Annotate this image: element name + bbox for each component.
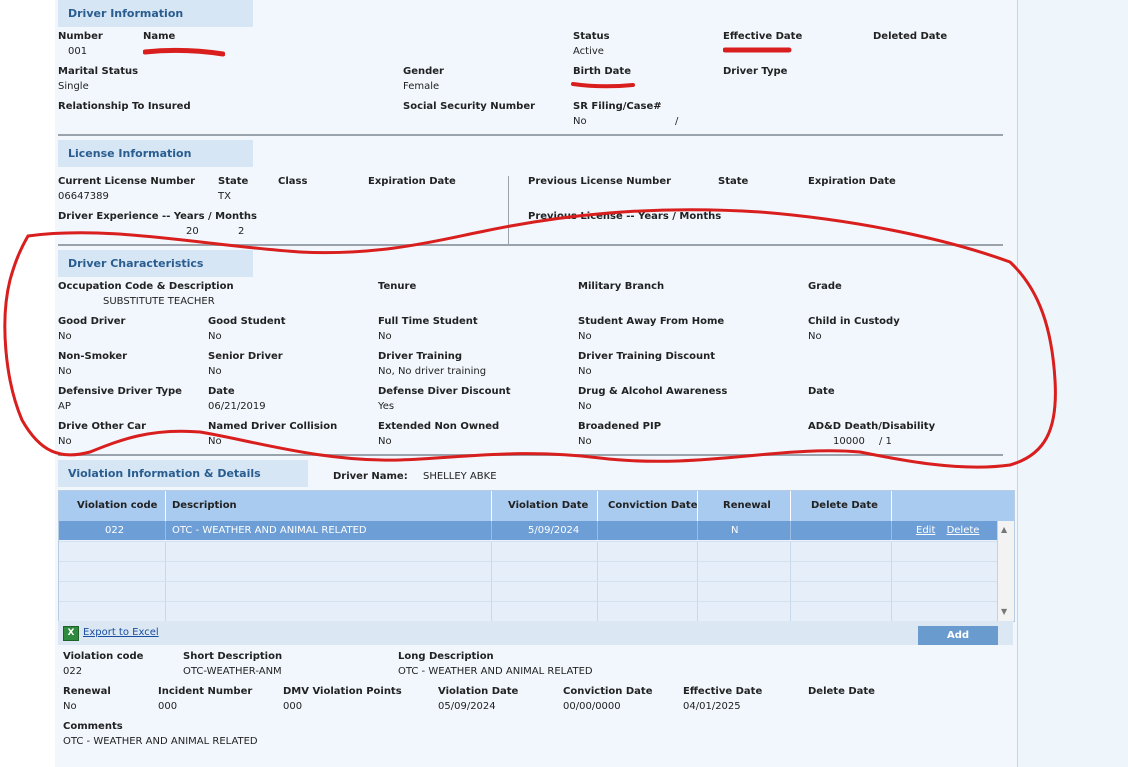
red-annotation-circle <box>3 208 1057 469</box>
